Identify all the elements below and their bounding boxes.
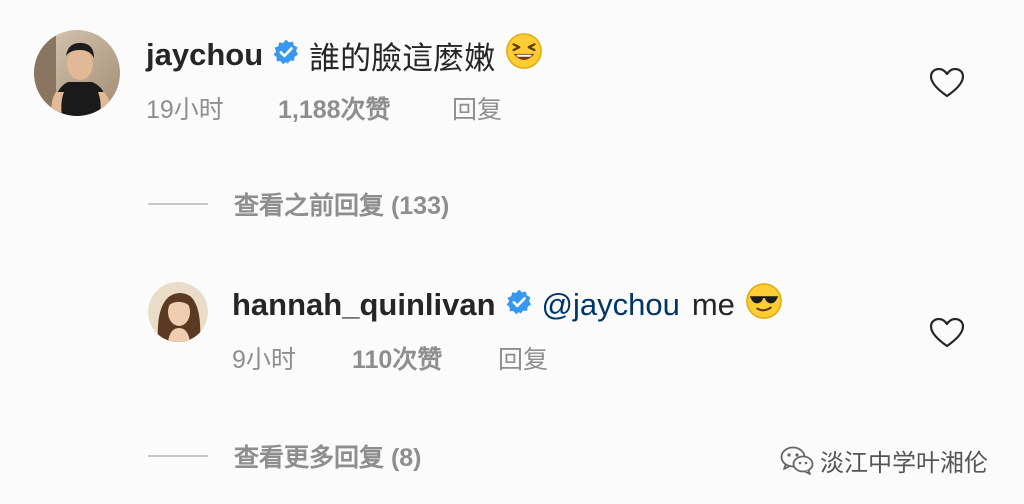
avatar[interactable] [34, 30, 120, 116]
view-more-replies-button[interactable]: 查看更多回复 (8) [148, 436, 422, 476]
like-count[interactable]: 110次赞 [352, 340, 498, 376]
heart-icon[interactable] [929, 317, 965, 348]
comment-meta: 9小时 110次赞 回复 [232, 338, 548, 378]
comment-jaychou: jaychou 誰的臉這麼嫩 [146, 30, 543, 80]
avatar[interactable] [148, 282, 208, 342]
comment-hannah-quinlivan: hannah_quinlivan @jaychou me [232, 280, 783, 330]
comment-text: me [691, 287, 735, 322]
verified-badge-icon [506, 287, 532, 323]
view-more-replies-label: 查看更多回复 (8) [234, 444, 422, 472]
divider [148, 455, 208, 457]
watermark-text: 淡江中学叶湘伦 [820, 449, 988, 477]
reply-button[interactable]: 回复 [498, 340, 548, 376]
sunglasses-emoji-icon [745, 282, 783, 328]
view-previous-replies-button[interactable]: 查看之前回复 (133) [148, 184, 449, 224]
mention-link[interactable]: @jaychou [542, 287, 680, 323]
timestamp: 19小时 [146, 96, 224, 124]
username[interactable]: hannah_quinlivan [232, 287, 496, 323]
verified-badge-icon [273, 37, 299, 73]
comment-meta: 19小时 1,188次赞 回复 [146, 88, 502, 128]
divider [148, 203, 208, 205]
like-count[interactable]: 1,188次赞 [278, 90, 452, 126]
view-previous-replies-label: 查看之前回复 (133) [234, 192, 450, 220]
timestamp: 9小时 [232, 346, 296, 374]
watermark: 淡江中学叶湘伦 [780, 440, 988, 480]
username[interactable]: jaychou [146, 37, 263, 73]
laughing-squint-emoji-icon [505, 32, 543, 78]
wechat-icon [780, 446, 814, 475]
comment-text: 誰的臉這麼嫩 [309, 40, 496, 76]
reply-button[interactable]: 回复 [452, 90, 502, 126]
heart-icon[interactable] [929, 67, 965, 98]
